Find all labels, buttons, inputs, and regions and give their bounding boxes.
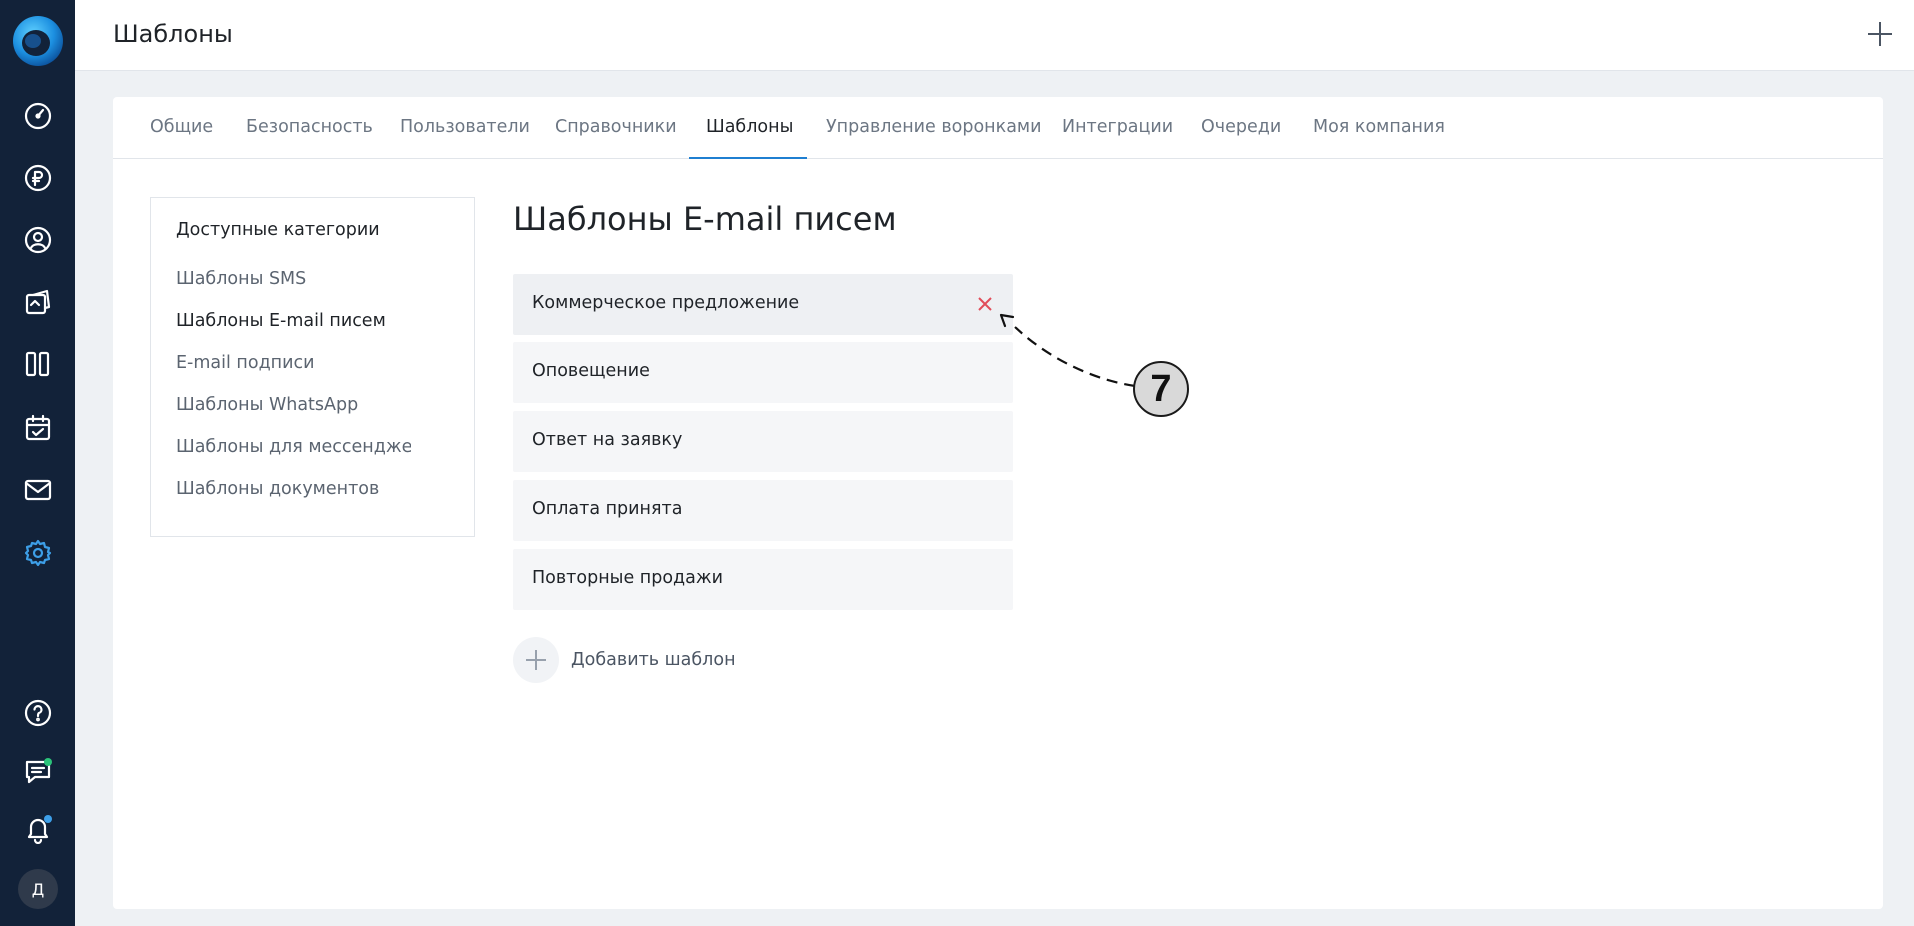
sidebar: Д xyxy=(0,0,75,926)
template-item[interactable]: Оповещение xyxy=(513,342,1013,403)
avatar[interactable]: Д xyxy=(18,869,58,909)
template-label: Оплата принята xyxy=(532,499,683,519)
bell-icon[interactable] xyxy=(20,811,56,847)
settings-icon[interactable] xyxy=(20,535,56,571)
kanban-icon[interactable] xyxy=(20,346,56,382)
template-label: Ответ на заявку xyxy=(532,430,683,450)
categories-panel: Доступные категории Шаблоны SMS Шаблоны … xyxy=(150,197,475,537)
top-header: Шаблоны xyxy=(75,0,1914,71)
tab-my-company[interactable]: Моя компания xyxy=(1313,117,1445,137)
avatar-letter: Д xyxy=(31,879,45,899)
plus-icon xyxy=(1868,22,1892,46)
template-label: Оповещение xyxy=(532,361,650,381)
add-button[interactable] xyxy=(1864,18,1896,50)
annotation-number: 7 xyxy=(1150,367,1172,410)
template-label: Повторные продажи xyxy=(532,568,723,588)
documents-icon[interactable] xyxy=(20,284,56,320)
bell-status-dot xyxy=(44,815,52,823)
tab-general[interactable]: Общие xyxy=(150,117,213,137)
help-icon[interactable] xyxy=(20,695,56,731)
tab-users[interactable]: Пользователи xyxy=(400,117,530,137)
active-tab-indicator xyxy=(689,157,807,159)
mail-icon[interactable] xyxy=(20,472,56,508)
delete-template-button[interactable] xyxy=(975,294,995,314)
add-template-label: Добавить шаблон xyxy=(571,650,736,670)
ruble-icon[interactable] xyxy=(20,160,56,196)
calendar-icon[interactable] xyxy=(20,410,56,446)
tab-queues[interactable]: Очереди xyxy=(1201,117,1281,137)
logo-icon[interactable] xyxy=(12,15,64,67)
template-label: Коммерческое предложение xyxy=(532,293,800,313)
page-title: Шаблоны xyxy=(113,20,233,48)
category-email-signatures[interactable]: E-mail подписи xyxy=(176,353,411,373)
template-item[interactable]: Повторные продажи xyxy=(513,549,1013,610)
category-messenger[interactable]: Шаблоны для мессенджера xyxy=(176,437,411,457)
category-whatsapp[interactable]: Шаблоны WhatsApp xyxy=(176,395,411,415)
tab-bar: Общие Безопасность Пользователи Справочн… xyxy=(113,97,1883,159)
user-circle-icon[interactable] xyxy=(20,222,56,258)
settings-card: Общие Безопасность Пользователи Справочн… xyxy=(113,97,1883,909)
template-item[interactable]: Ответ на заявку xyxy=(513,411,1013,472)
tab-security[interactable]: Безопасность xyxy=(246,117,373,137)
plus-icon xyxy=(526,650,546,670)
category-documents[interactable]: Шаблоны документов xyxy=(176,479,411,499)
close-icon xyxy=(978,297,992,311)
dashboard-icon[interactable] xyxy=(20,98,56,134)
category-email[interactable]: Шаблоны E-mail писем xyxy=(176,311,411,331)
add-template-button[interactable]: Добавить шаблон xyxy=(513,637,736,683)
categories-title: Доступные категории xyxy=(176,220,380,240)
template-item[interactable]: Оплата принята xyxy=(513,480,1013,541)
category-sms[interactable]: Шаблоны SMS xyxy=(176,269,411,289)
section-title: Шаблоны E-mail писем xyxy=(513,200,897,238)
chat-icon[interactable] xyxy=(20,754,56,790)
template-item[interactable]: Коммерческое предложение xyxy=(513,274,1013,335)
tab-funnels[interactable]: Управление воронками xyxy=(826,117,1042,137)
tab-directories[interactable]: Справочники xyxy=(555,117,677,137)
chat-status-dot xyxy=(44,758,52,766)
tab-templates[interactable]: Шаблоны xyxy=(706,117,793,137)
tab-integrations[interactable]: Интеграции xyxy=(1062,117,1173,137)
add-template-circle xyxy=(513,637,559,683)
annotation-badge: 7 xyxy=(1133,361,1189,417)
